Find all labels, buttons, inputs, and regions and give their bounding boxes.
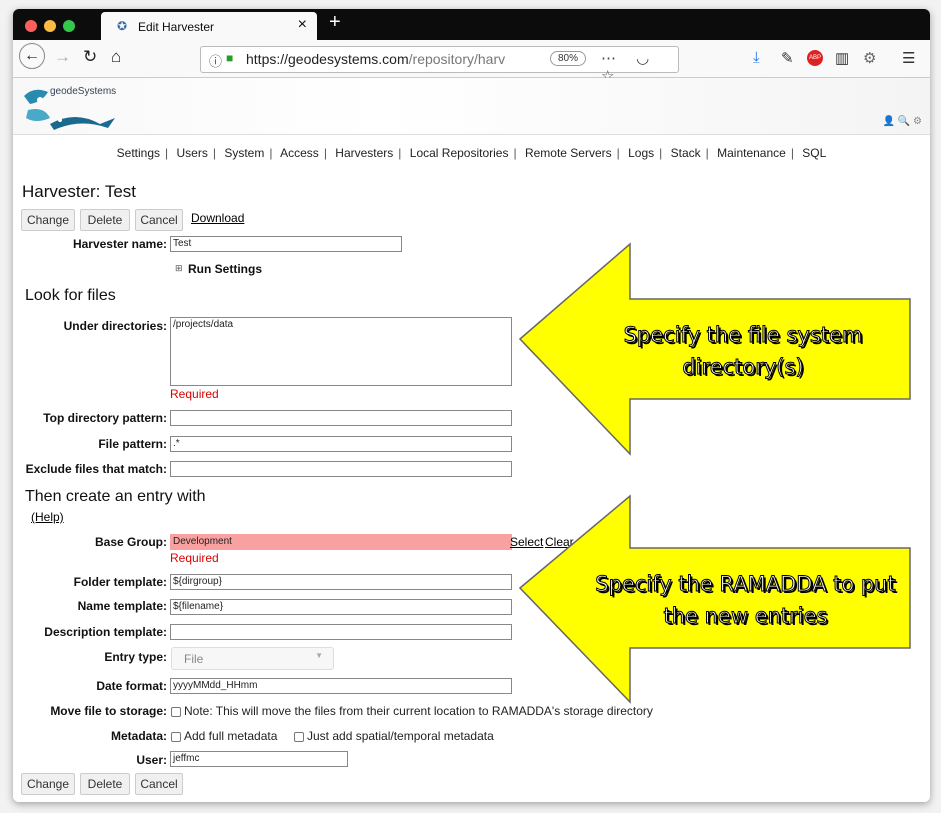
entry-type-label: Entry type: [104,650,167,664]
callout-text-2: Specify the RAMADDA to put the new entri… [595,572,896,629]
move-file-label: Move file to storage: [50,704,167,718]
top-directory-input[interactable] [170,410,512,426]
user-input[interactable]: jeffmc [170,751,348,767]
forward-icon[interactable]: → [54,47,71,67]
run-settings-toggle[interactable]: Run Settings [188,262,262,276]
cancel-button-bottom[interactable]: Cancel [135,773,183,795]
eyedropper-icon[interactable]: ✎ [781,49,794,67]
admin-nav: Settings | Users | System | Access | Harvest… [116,146,827,160]
info-icon[interactable]: ⓘ [209,51,222,70]
nav-stack[interactable]: Stack [671,146,701,160]
user-label: User: [136,753,167,767]
url-bar[interactable]: ⓘ ■ https://geodesystems.com/repository/… [200,46,679,85]
menu-icon[interactable]: ☰ [902,49,915,67]
create-entry-heading: Then create an entry with [25,488,206,505]
folder-template-input[interactable]: ${dirgroup} [170,574,512,590]
close-tab-icon[interactable]: × [298,16,307,34]
zoom-window-dot[interactable] [63,20,75,32]
adblock-icon[interactable]: ABP [807,50,823,66]
nav-harvesters[interactable]: Harvesters [335,146,393,160]
delete-button-bottom[interactable]: Delete [80,773,130,795]
description-template-input[interactable] [170,624,512,640]
entry-type-select[interactable]: File ▼ [171,647,334,670]
full-metadata-checkbox[interactable] [171,731,181,742]
nav-access[interactable]: Access [280,146,319,160]
clear-link[interactable]: Clear [545,535,574,549]
date-format-label: Date format: [96,679,167,693]
callout-text-1: Specify the file system directory(s) [623,323,863,380]
move-file-checkbox[interactable] [171,706,181,717]
nav-users[interactable]: Users [177,146,208,160]
nav-bar: ← → ↻ ⌂ ⓘ ■ https://geodesystems.com/rep… [13,40,930,85]
expand-icon[interactable]: ⊞ [175,263,183,274]
exclude-files-input[interactable] [170,461,512,477]
close-window-dot[interactable] [25,20,37,32]
logo-text: geodeSystems [50,86,117,97]
name-template-label: Name template: [77,599,167,613]
delete-button[interactable]: Delete [80,209,130,231]
spatial-metadata-checkbox[interactable] [294,731,304,742]
required-text: Required [170,387,219,401]
under-directories-textarea[interactable]: /projects/data [170,317,512,386]
back-icon[interactable]: ← [19,43,45,69]
minimize-window-dot[interactable] [44,20,56,32]
change-button-bottom[interactable]: Change [21,773,75,795]
name-template-input[interactable]: ${filename} [170,599,512,615]
reload-icon[interactable]: ↻ [83,47,97,67]
download-icon[interactable]: ⤓ [753,49,760,66]
nav-local-repositories[interactable]: Local Repositories [410,146,509,160]
sidebar-icon[interactable]: ▥ [835,49,849,67]
move-file-option[interactable]: Note: This will move the files from thei… [171,704,653,718]
folder-template-label: Folder template: [73,575,167,589]
page-content: geodeSystems 👤 🔍 ⚙ Settings | Users | Syst… [13,78,930,802]
file-pattern-input[interactable]: .* [170,436,512,452]
base-group-required-text: Required [170,551,219,565]
exclude-files-label: Exclude files that match: [25,462,167,476]
nav-remote-servers[interactable]: Remote Servers [525,146,612,160]
lock-icon: ■ [226,51,234,65]
nav-system[interactable]: System [224,146,264,160]
change-button[interactable]: Change [21,209,75,231]
tab-bar: ✪ Edit Harvester × + [13,9,930,40]
nav-maintenance[interactable]: Maintenance [717,146,786,160]
tab-edit-harvester[interactable]: ✪ Edit Harvester × [101,12,317,40]
tab-title: Edit Harvester [138,20,215,34]
favicon-icon: ✪ [117,19,128,33]
harvester-name-input[interactable]: Test [170,236,402,252]
look-for-files-heading: Look for files [25,287,116,304]
nav-sql[interactable]: SQL [802,146,826,160]
page-title: Harvester: Test [22,182,137,201]
browser-window: ✪ Edit Harvester × + ← → ↻ ⌂ ⓘ ■ https:/… [13,9,930,802]
under-directories-label: Under directories: [63,319,167,333]
top-directory-label: Top directory pattern: [43,411,167,425]
user-tools-icon[interactable]: 👤 🔍 ⚙ [883,116,922,127]
base-group-label: Base Group: [94,535,167,549]
file-pattern-label: File pattern: [98,437,167,451]
entry-type-value: File [184,652,204,666]
site-banner: geodeSystems 👤 🔍 ⚙ [13,78,930,135]
chevron-down-icon: ▼ [315,651,323,660]
nav-settings[interactable]: Settings [117,146,160,160]
home-icon[interactable]: ⌂ [111,47,121,67]
move-file-note: Note: This will move the files from thei… [184,704,653,718]
date-format-input[interactable]: yyyyMMdd_HHmm [170,678,512,694]
harvester-name-label: Harvester name: [72,237,167,251]
zoom-badge[interactable]: 80% [550,51,587,66]
cancel-button[interactable]: Cancel [135,209,183,231]
new-tab-icon[interactable]: + [329,11,341,34]
base-group-input[interactable]: Development [170,534,512,550]
select-link[interactable]: Select [510,535,543,549]
metadata-label: Metadata: [110,729,167,743]
description-template-label: Description template: [44,625,167,639]
spatial-metadata-option[interactable]: Just add spatial/temporal metadata [294,729,494,743]
extension-icon[interactable]: ⚙ [863,49,876,67]
nav-logs[interactable]: Logs [628,146,654,160]
full-metadata-option[interactable]: Add full metadata [171,729,277,743]
url-text[interactable]: https://geodesystems.com/repository/harv [246,51,505,67]
help-link[interactable]: (Help) [31,510,64,524]
download-link[interactable]: Download [191,211,244,225]
